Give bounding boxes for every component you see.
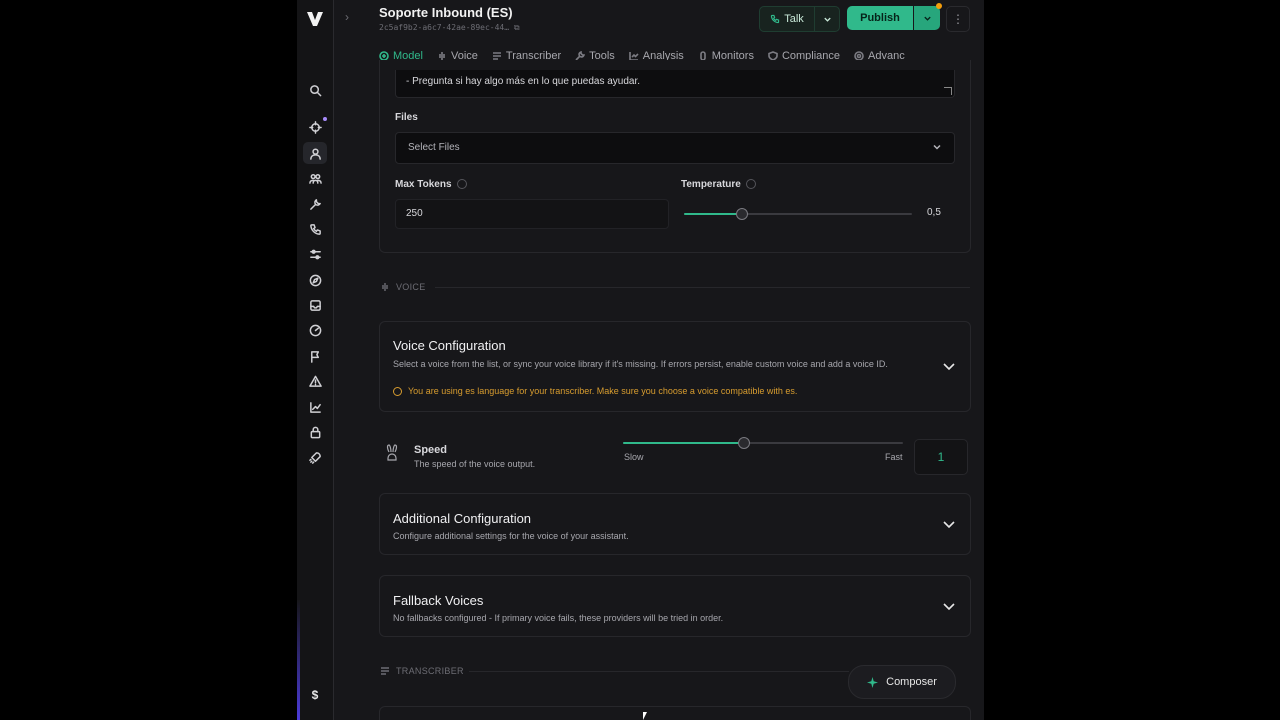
mouse-cursor — [643, 712, 651, 720]
system-prompt-textarea[interactable]: - Pregunta si hay algo más en lo que pue… — [395, 70, 955, 98]
fallback-voices-desc: No fallbacks configured - If primary voi… — [393, 613, 724, 623]
temperature-slider-fill — [684, 213, 741, 215]
max-tokens-input[interactable]: 250 — [395, 199, 669, 229]
temperature-value[interactable]: 0,5 — [927, 207, 941, 218]
settings-sliders-icon[interactable] — [303, 243, 327, 265]
max-tokens-value: 250 — [406, 208, 423, 219]
publish-button[interactable]: Publish — [847, 6, 913, 30]
publish-dropdown-button[interactable] — [914, 6, 940, 30]
info-icon[interactable] — [745, 179, 756, 190]
voice-configuration-desc: Select a voice from the list, or sync yo… — [393, 359, 888, 369]
speed-value-input[interactable]: 1 — [914, 439, 968, 475]
additional-configuration-card[interactable]: Additional Configuration Configure addit… — [379, 493, 971, 555]
voice-configuration-card[interactable]: Voice Configuration Select a voice from … — [379, 321, 971, 412]
prompt-text: - Pregunta si hay algo más en lo que pue… — [406, 76, 641, 87]
speed-fast-label: Fast — [885, 452, 903, 462]
fallback-voices-title: Fallback Voices — [393, 593, 484, 608]
rabbit-icon — [386, 444, 398, 461]
composer-button[interactable]: Composer — [848, 665, 956, 699]
voice-waveform-icon — [382, 283, 388, 291]
transcriber-card[interactable] — [379, 706, 971, 720]
sparkle-icon — [867, 676, 879, 688]
max-tokens-label: Max Tokens — [395, 179, 467, 190]
notification-dot — [323, 117, 327, 121]
chevron-down-icon — [823, 17, 831, 22]
warning-icon — [393, 386, 402, 396]
chevron-down-icon — [933, 144, 941, 150]
flag-icon[interactable] — [303, 345, 327, 367]
user-icon[interactable] — [303, 142, 327, 164]
files-label: Files — [395, 112, 418, 123]
chevron-down-icon[interactable] — [942, 519, 956, 529]
info-icon[interactable] — [456, 179, 467, 190]
decorative-edge — [297, 600, 300, 720]
temperature-slider-handle[interactable] — [736, 208, 748, 220]
additional-configuration-desc: Configure additional settings for the vo… — [393, 531, 629, 541]
tools-icon[interactable] — [303, 193, 327, 215]
section-divider — [435, 287, 970, 288]
gauge-icon[interactable] — [303, 319, 327, 341]
phone-icon[interactable] — [303, 218, 327, 240]
assistant-name: Soporte Inbound (ES) — [379, 5, 513, 20]
speed-slider-handle[interactable] — [738, 437, 751, 449]
assistant-id[interactable]: 2c5af9b2-a6c7-42ae-89ec-44… ⧉ — [379, 23, 520, 33]
more-options-icon[interactable]: ⋮ — [946, 6, 970, 32]
additional-configuration-title: Additional Configuration — [393, 511, 532, 526]
talk-label: Talk — [784, 13, 804, 25]
speed-slider[interactable] — [623, 437, 903, 449]
talk-dropdown-button[interactable] — [814, 6, 840, 32]
chevron-down-icon[interactable] — [942, 361, 956, 371]
copy-icon[interactable]: ⧉ — [514, 23, 520, 32]
composer-label: Composer — [886, 676, 937, 688]
temperature-label: Temperature — [681, 179, 756, 190]
transcriber-icon — [381, 667, 389, 675]
speed-desc: The speed of the voice output. — [414, 459, 536, 469]
phone-icon — [771, 14, 780, 24]
squads-icon[interactable] — [303, 167, 327, 189]
temperature-slider[interactable] — [684, 208, 912, 220]
lock-icon[interactable] — [303, 421, 327, 443]
files-select[interactable]: Select Files — [395, 132, 955, 164]
expand-sidebar-icon[interactable]: › — [345, 10, 349, 24]
search-icon[interactable] — [303, 79, 327, 101]
talk-button[interactable]: Talk — [759, 6, 815, 32]
chevron-down-icon[interactable] — [942, 601, 956, 611]
voice-section-header: VOICE — [380, 282, 426, 292]
compass-icon[interactable] — [303, 269, 327, 291]
app-window: $ › Soporte Inbound (ES) 2c5af9b2-a6c7-4… — [297, 0, 984, 720]
voice-configuration-title: Voice Configuration — [393, 338, 506, 353]
section-divider — [469, 671, 849, 672]
speed-slow-label: Slow — [624, 452, 644, 462]
chevron-down-icon — [923, 16, 931, 21]
unpublished-dot — [936, 3, 942, 9]
files-placeholder: Select Files — [408, 142, 460, 153]
inbox-icon[interactable] — [303, 294, 327, 316]
rocket-icon[interactable] — [303, 446, 327, 468]
chart-icon[interactable] — [303, 396, 327, 418]
speed-slider-fill — [623, 442, 744, 444]
speed-title: Speed — [414, 444, 448, 456]
billing-dollar-icon[interactable]: $ — [297, 688, 333, 702]
transcriber-section-header: TRANSCRIBER — [380, 666, 464, 676]
fallback-voices-card[interactable]: Fallback Voices No fallbacks configured … — [379, 575, 971, 637]
vapi-logo[interactable] — [305, 9, 325, 29]
alert-icon[interactable] — [303, 370, 327, 392]
voice-language-warning: You are using es language for your trans… — [393, 386, 797, 396]
resize-handle-icon[interactable] — [944, 87, 952, 95]
sidebar: $ — [297, 0, 334, 720]
